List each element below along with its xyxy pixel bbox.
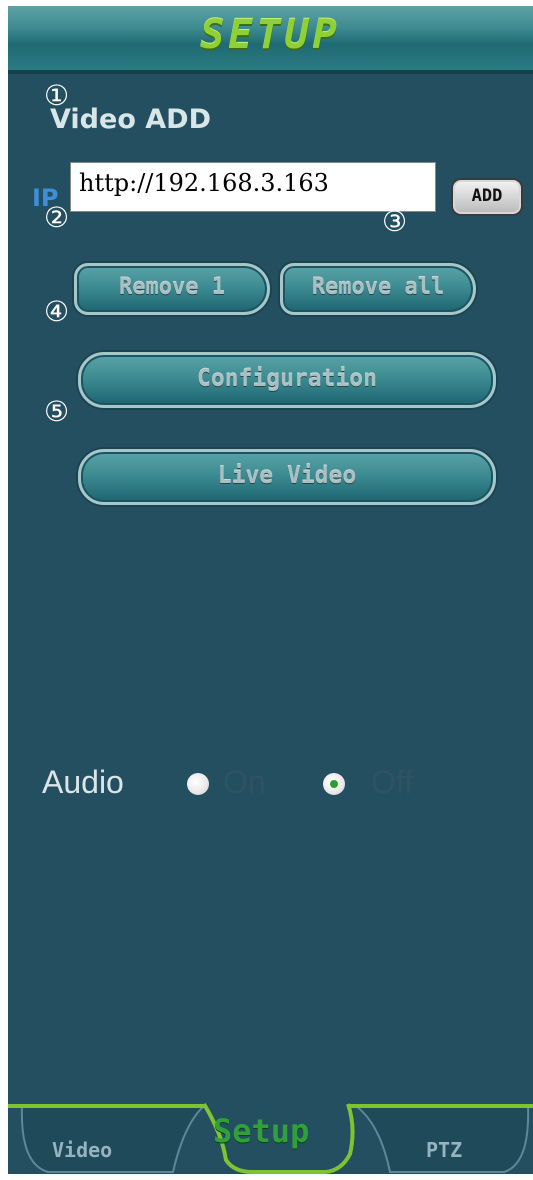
audio-off-label[interactable]: Off	[371, 764, 413, 801]
video-add-heading: Video ADD	[50, 104, 211, 135]
marker-3: ③	[382, 205, 408, 238]
tab-ptz[interactable]: PTZ	[426, 1138, 462, 1162]
setup-panel: SETUP ① Video ADD IP http://192.168.3.16…	[8, 6, 533, 1174]
audio-on-radio[interactable]	[187, 773, 209, 795]
remove-all-button[interactable]: Remove all	[280, 263, 476, 315]
marker-5: ⑤	[44, 395, 70, 428]
radio-selected-dot	[330, 780, 338, 788]
add-button[interactable]: ADD	[451, 178, 523, 216]
configuration-button[interactable]: Configuration	[78, 352, 496, 408]
header-bar: SETUP	[8, 6, 533, 74]
tab-video[interactable]: Video	[52, 1138, 112, 1162]
audio-on-label[interactable]: On	[223, 764, 266, 801]
marker-4: ④	[44, 295, 70, 328]
audio-off-radio[interactable]	[323, 773, 345, 795]
page-title: SETUP	[200, 12, 341, 58]
remove-one-button[interactable]: Remove 1	[74, 263, 270, 315]
bottom-tab-bar: Video Setup PTZ	[8, 1094, 533, 1174]
audio-label: Audio	[42, 764, 124, 800]
live-video-button[interactable]: Live Video	[78, 449, 496, 505]
marker-2: ②	[44, 201, 70, 234]
tab-setup[interactable]: Setup	[213, 1112, 309, 1150]
